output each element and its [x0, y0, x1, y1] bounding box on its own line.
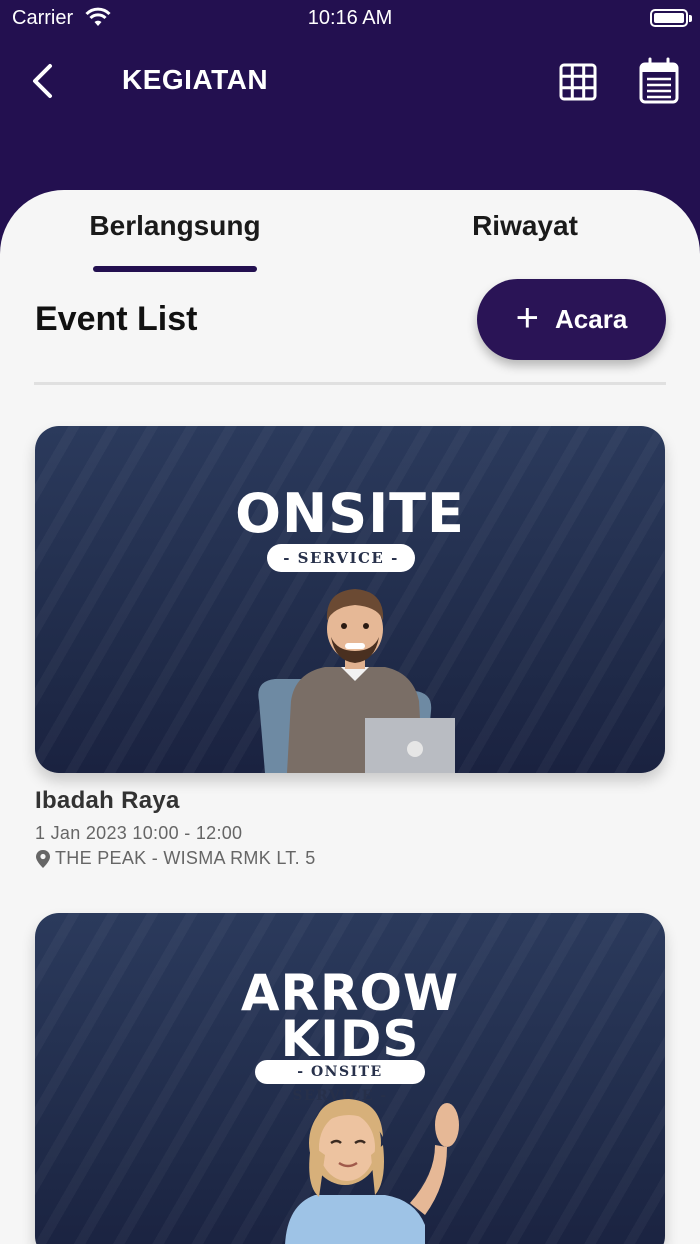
plus-icon: +	[515, 295, 540, 340]
poster-title: ONSITE	[235, 482, 465, 545]
event-datetime: 1 Jan 2023 10:00 - 12:00	[35, 823, 243, 843]
event-poster: ONSITE - SERVICE -	[35, 426, 665, 773]
event-location: THE PEAK - WISMA RMK LT. 5	[35, 848, 665, 869]
status-bar: Carrier 10:16 AM	[0, 0, 700, 36]
clock: 10:16 AM	[307, 7, 393, 29]
calendar-icon	[639, 57, 679, 104]
battery-icon	[650, 9, 692, 27]
event-name: Ibadah Raya	[35, 787, 180, 814]
grid-icon	[559, 63, 597, 101]
event-card[interactable]: ARROW KIDS - ONSITE SERVICE -	[35, 913, 665, 1244]
grid-view-button[interactable]	[556, 60, 600, 104]
add-event-button[interactable]: + Acara	[477, 279, 666, 360]
poster-subtitle-pill: - SERVICE -	[267, 544, 415, 572]
event-list-title: Event List	[35, 300, 198, 338]
event-card[interactable]: ONSITE - SERVICE - Ibadah Raya 1 Jan 202…	[35, 426, 665, 869]
calendar-button[interactable]	[636, 56, 682, 106]
waving-woman-illustration	[285, 1099, 459, 1244]
location-pin-icon	[36, 849, 50, 868]
tab-berlangsung[interactable]: Berlangsung	[60, 210, 290, 242]
back-button[interactable]	[22, 58, 62, 104]
man-with-laptop-illustration	[258, 589, 455, 773]
divider	[34, 382, 666, 385]
poster-title-line2: KIDS	[280, 1010, 420, 1068]
add-event-label: Acara	[555, 304, 628, 334]
page-title: KEGIATAN	[122, 64, 269, 95]
event-poster: ARROW KIDS - ONSITE SERVICE -	[35, 913, 665, 1244]
active-tab-indicator	[93, 266, 257, 272]
tab-riwayat[interactable]: Riwayat	[410, 210, 640, 242]
poster-subtitle-pill: - ONSITE SERVICE -	[255, 1060, 425, 1104]
event-location-text: THE PEAK - WISMA RMK LT. 5	[55, 848, 316, 868]
chevron-left-icon	[33, 64, 52, 98]
